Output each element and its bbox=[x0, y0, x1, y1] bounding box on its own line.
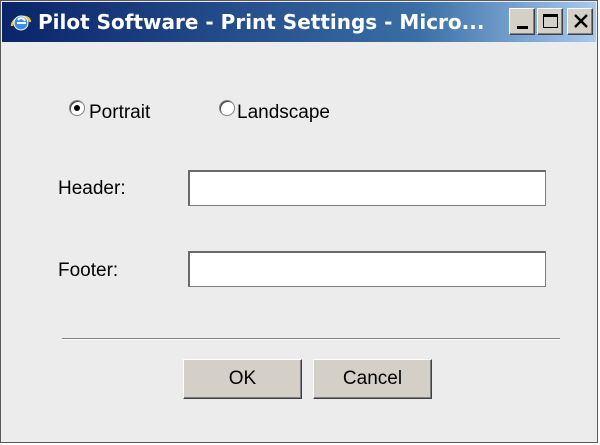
cancel-button-label: Cancel bbox=[342, 368, 403, 389]
maximize-button[interactable] bbox=[537, 8, 563, 35]
close-button[interactable] bbox=[567, 8, 593, 35]
print-settings-window: Pilot Software - Print Settings - Micro.… bbox=[0, 0, 598, 443]
minimize-button[interactable] bbox=[509, 8, 535, 35]
header-label: Header: bbox=[58, 178, 126, 199]
close-icon bbox=[574, 14, 588, 28]
portrait-radio[interactable] bbox=[69, 100, 85, 116]
ok-button[interactable]: OK bbox=[183, 359, 302, 399]
portrait-label[interactable]: Portrait bbox=[89, 101, 150, 125]
header-input[interactable] bbox=[188, 170, 546, 206]
landscape-label[interactable]: Landscape bbox=[237, 101, 330, 125]
ok-button-label: OK bbox=[228, 368, 257, 389]
minimize-icon bbox=[517, 26, 528, 29]
cancel-button[interactable]: Cancel bbox=[313, 359, 432, 399]
title-bar[interactable]: Pilot Software - Print Settings - Micro.… bbox=[2, 2, 596, 42]
separator bbox=[62, 338, 560, 340]
maximize-icon bbox=[543, 14, 558, 28]
window-title: Pilot Software - Print Settings - Micro.… bbox=[38, 10, 485, 34]
footer-input[interactable] bbox=[188, 251, 546, 287]
landscape-radio[interactable] bbox=[219, 100, 235, 116]
footer-label: Footer: bbox=[58, 260, 119, 281]
ie-icon bbox=[10, 15, 32, 31]
